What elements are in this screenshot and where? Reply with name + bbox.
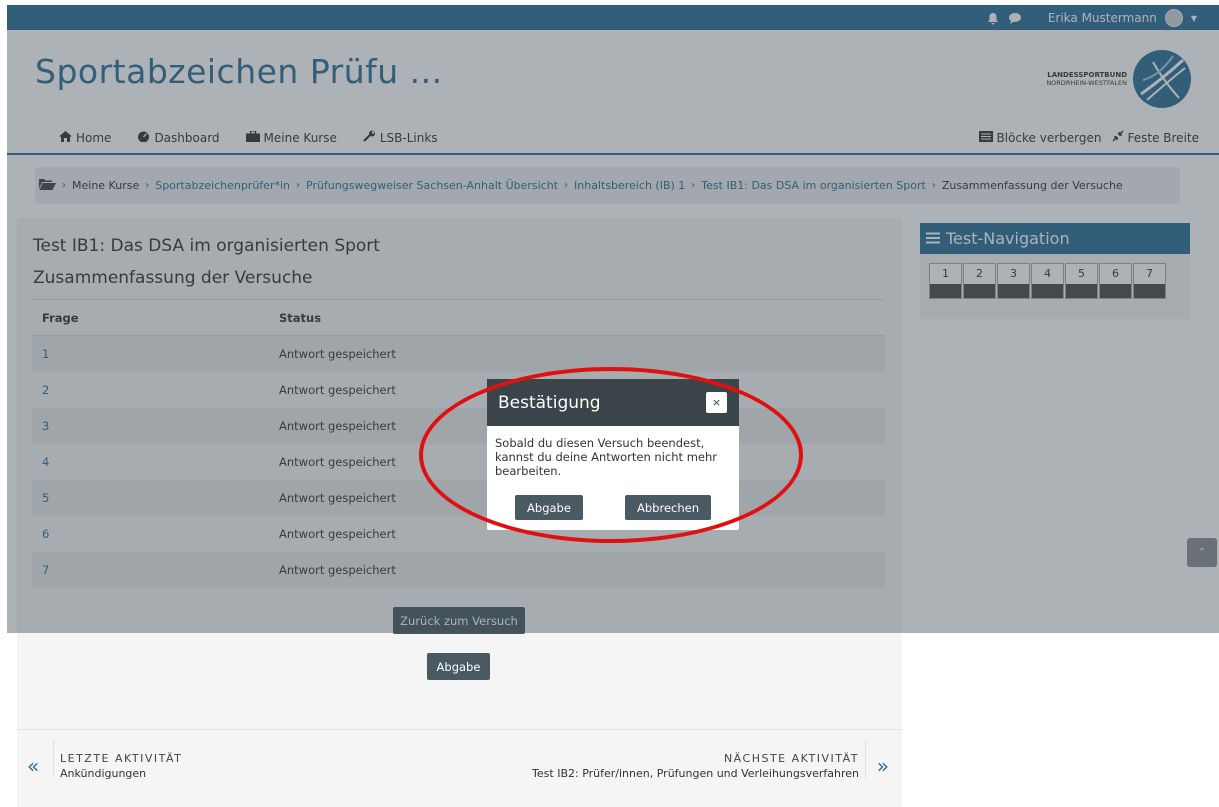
- next-activity-name: Test IB2: Prüfer/innen, Prüfungen und Ve…: [532, 767, 859, 780]
- previous-activity-caption: LETZTE AKTIVITÄT: [60, 752, 183, 765]
- double-chevron-right-icon[interactable]: »: [877, 754, 889, 778]
- cancel-button[interactable]: Abbrechen: [625, 495, 711, 520]
- divider: [865, 740, 866, 778]
- activity-navigation: « LETZTE AKTIVITÄT Ankündigungen NÄCHSTE…: [17, 729, 902, 784]
- modal-backdrop[interactable]: [7, 5, 1219, 633]
- divider: [53, 740, 54, 778]
- dialog-message: Sobald du diesen Versuch beendest, kanns…: [495, 436, 717, 478]
- confirmation-dialog: Bestätigung × Sobald du diesen Versuch b…: [487, 379, 739, 530]
- dialog-title: Bestätigung: [498, 392, 601, 413]
- previous-activity-link[interactable]: LETZTE AKTIVITÄT Ankündigungen: [60, 752, 182, 780]
- next-activity-caption: NÄCHSTE AKTIVITÄT: [723, 752, 859, 765]
- double-chevron-left-icon[interactable]: «: [27, 754, 39, 778]
- submit-all-button[interactable]: Abgabe: [427, 653, 490, 680]
- close-icon[interactable]: ×: [706, 392, 727, 413]
- dialog-header: Bestätigung ×: [487, 379, 739, 426]
- confirm-submit-button[interactable]: Abgabe: [515, 495, 583, 520]
- next-activity-link[interactable]: NÄCHSTE AKTIVITÄT Test IB2: Prüfer/innen…: [532, 752, 859, 780]
- previous-activity-name: Ankündigungen: [60, 767, 147, 780]
